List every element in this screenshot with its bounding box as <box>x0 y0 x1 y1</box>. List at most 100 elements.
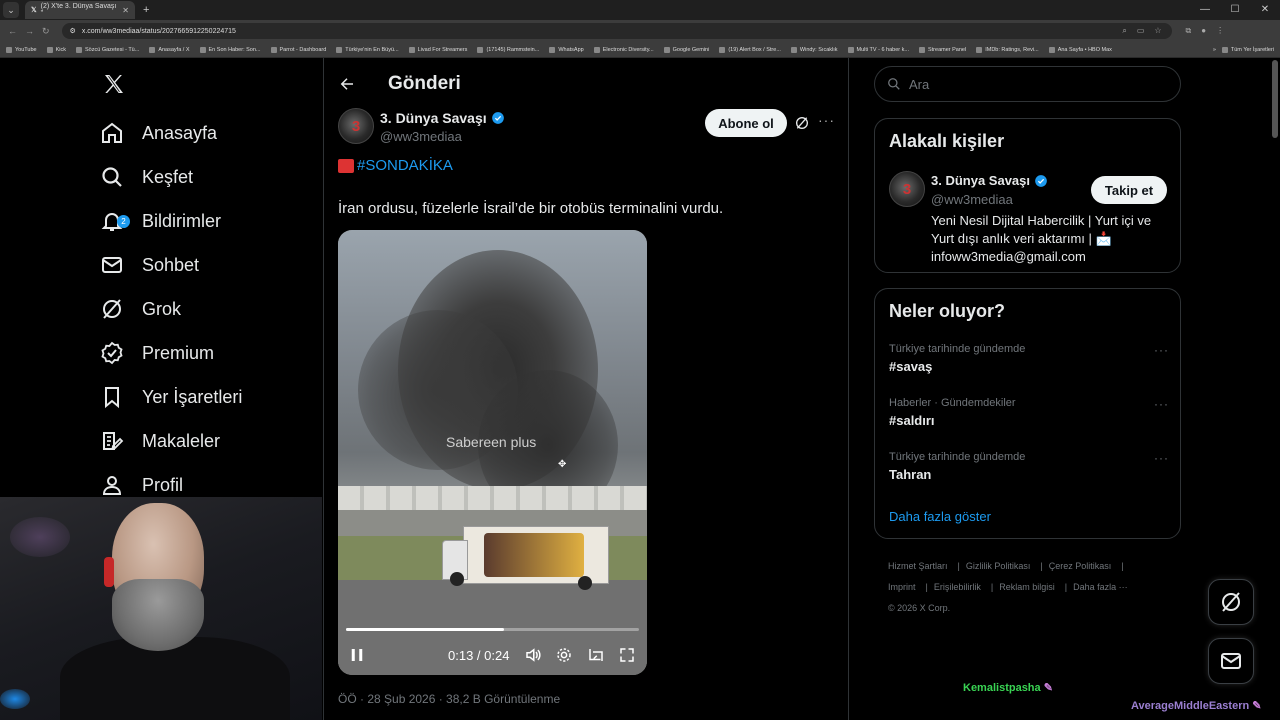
related-name-row[interactable]: 3. Dünya Savaşı <box>931 173 1048 188</box>
hashtag-link[interactable]: #SONDAKİKA <box>357 157 453 174</box>
all-bookmarks-button[interactable]: Tüm Yer İşaretleri <box>1221 47 1274 53</box>
author-name-row[interactable]: 3. Dünya Savaşı <box>380 110 505 126</box>
footer-link[interactable]: Hizmet Şartları <box>888 561 948 571</box>
star-icon[interactable]: ☆ <box>1154 26 1161 36</box>
zoom-icon[interactable]: ⌕ <box>1122 26 1126 36</box>
footer-link[interactable]: Reklam bilgisi <box>999 582 1055 592</box>
trend-item[interactable]: Türkiye tarihinde gündemde Tahran ··· <box>889 451 1169 491</box>
footer-link[interactable]: Gizlilik Politikası <box>966 561 1031 571</box>
maximize-icon[interactable]: ☐ <box>1220 0 1250 20</box>
bookmark-item[interactable]: Kick <box>46 46 66 53</box>
bookmark-label[interactable]: YouTube <box>15 47 37 53</box>
minimize-icon[interactable]: — <box>1190 0 1220 20</box>
grok-icon[interactable] <box>794 115 810 131</box>
bookmark-item[interactable]: Multi TV - 6 haber k... <box>847 46 909 53</box>
reload-icon[interactable]: ↻ <box>42 26 50 37</box>
bookmark-label[interactable]: Parrot - Dashboard <box>280 47 327 53</box>
bookmark-label[interactable]: Anasayfa / X <box>158 47 189 53</box>
volume-icon[interactable] <box>524 646 542 664</box>
pause-icon[interactable] <box>348 646 366 664</box>
menu-icon[interactable]: ⋮ <box>1216 26 1224 36</box>
trend-more-icon[interactable]: ··· <box>1154 397 1169 411</box>
bookmark-item[interactable]: (19) Alert Box / Stre... <box>719 46 781 53</box>
bookmark-label[interactable]: En Son Haber: Son... <box>209 47 261 53</box>
nav-item-article[interactable]: Makaleler <box>100 419 220 463</box>
cast-icon[interactable]: ▭ <box>1137 26 1145 36</box>
bookmark-item[interactable]: Livad For Streamers <box>408 46 468 53</box>
grok-fab[interactable] <box>1208 579 1254 625</box>
subscribe-button[interactable]: Abone ol <box>705 109 787 137</box>
nav-item-bell[interactable]: 2 Bildirimler <box>100 199 221 243</box>
related-avatar[interactable]: 3 <box>889 171 925 207</box>
trend-name[interactable]: #saldırı <box>889 413 1169 428</box>
related-handle[interactable]: @ww3mediaa <box>931 192 1013 207</box>
bookmarks-more-button[interactable]: » <box>1213 47 1216 53</box>
bookmark-item[interactable]: (17145) Rammstein... <box>477 46 539 53</box>
bookmark-label[interactable]: Electronic Diversity... <box>603 47 654 53</box>
forward-icon[interactable]: → <box>25 26 34 37</box>
bookmark-item[interactable]: Electronic Diversity... <box>593 46 654 53</box>
bookmark-item[interactable]: Streamer Panel <box>918 46 966 53</box>
bookmark-label[interactable]: Livad For Streamers <box>418 47 468 53</box>
footer-link[interactable]: Imprint <box>888 582 916 592</box>
nav-item-search[interactable]: Keşfet <box>100 155 193 199</box>
nav-item-premium[interactable]: Premium <box>100 331 214 375</box>
footer-link[interactable]: Daha fazla ··· <box>1073 582 1128 592</box>
trend-item[interactable]: Türkiye tarihinde gündemde #savaş ··· <box>889 343 1169 383</box>
close-window-icon[interactable]: ✕ <box>1250 0 1280 20</box>
author-name[interactable]: 3. Dünya Savaşı <box>380 110 487 126</box>
new-tab-button[interactable]: + <box>143 4 149 16</box>
url-text[interactable]: x.com/ww3mediaa/status/20276659122502247… <box>82 28 236 35</box>
author-handle[interactable]: @ww3mediaa <box>380 129 462 144</box>
bookmark-item[interactable]: Sözcü Gazetesi - Tü... <box>76 46 139 53</box>
fullscreen-icon[interactable] <box>618 646 636 664</box>
bookmark-label[interactable]: Multi TV - 6 haber k... <box>857 47 909 53</box>
browser-tab[interactable]: 𝕏 (2) X'te 3. Dünya Savaşı " ✕ <box>25 1 135 19</box>
extensions-icon[interactable]: ⧉ <box>1186 26 1192 36</box>
nav-item-bookmark[interactable]: Yer İşaretleri <box>100 375 242 419</box>
footer-link[interactable]: Erişilebilirlik <box>934 582 981 592</box>
close-tab-icon[interactable]: ✕ <box>122 6 129 15</box>
profile-avatar-icon[interactable]: ● <box>1201 26 1206 36</box>
search-input[interactable] <box>909 76 1149 92</box>
pip-icon[interactable] <box>587 646 605 664</box>
back-arrow-icon[interactable] <box>338 75 356 93</box>
settings-gear-icon[interactable] <box>555 646 573 664</box>
video-progress-bar[interactable] <box>346 628 639 631</box>
bookmark-label[interactable]: WhatsApp <box>558 47 583 53</box>
messages-fab[interactable] <box>1208 638 1254 684</box>
bookmark-label[interactable]: Streamer Panel <box>928 47 966 53</box>
related-name[interactable]: 3. Dünya Savaşı <box>931 173 1030 188</box>
bookmark-item[interactable]: WhatsApp <box>549 46 584 53</box>
back-icon[interactable]: ← <box>8 26 17 37</box>
bookmark-label[interactable]: Türkiye'nin En Büyü... <box>345 47 398 53</box>
bookmark-label[interactable]: Google Gemini <box>673 47 710 53</box>
bookmark-label[interactable]: Kick <box>56 47 66 53</box>
bookmark-item[interactable]: Parrot - Dashboard <box>270 46 327 53</box>
bookmark-label[interactable]: Sözcü Gazetesi - Tü... <box>85 47 139 53</box>
tab-search-button[interactable]: ⌄ <box>3 2 19 18</box>
author-avatar[interactable]: 3 <box>338 108 374 144</box>
nav-item-mail[interactable]: Sohbet <box>100 243 199 287</box>
trend-name[interactable]: #savaş <box>889 359 1169 374</box>
bookmark-item[interactable]: Ana Sayfa • HBO Max <box>1048 46 1112 53</box>
follow-button[interactable]: Takip et <box>1091 176 1167 204</box>
bookmark-item[interactable]: Anasayfa / X <box>149 46 190 53</box>
trend-item[interactable]: Haberler · Gündemdekiler #saldırı ··· <box>889 397 1169 437</box>
more-options-icon[interactable]: ··· <box>818 112 835 128</box>
bookmark-item[interactable]: IMDb: Ratings, Revi... <box>976 46 1039 53</box>
all-bookmarks-label[interactable]: Tüm Yer İşaretleri <box>1231 47 1274 53</box>
bookmark-item[interactable]: En Son Haber: Son... <box>199 46 261 53</box>
show-more-link[interactable]: Daha fazla göster <box>889 509 991 524</box>
page-scrollbar[interactable] <box>1272 60 1278 138</box>
omnibox[interactable]: ⚙ x.com/ww3mediaa/status/202766591225022… <box>61 23 1172 39</box>
bookmark-item[interactable]: Windy: Sıcaklık <box>790 46 838 53</box>
trend-name[interactable]: Tahran <box>889 467 1169 482</box>
x-logo-icon[interactable] <box>102 72 126 96</box>
nav-item-home[interactable]: Anasayfa <box>100 111 217 155</box>
bookmark-item[interactable]: Türkiye'nin En Büyü... <box>336 46 399 53</box>
trend-more-icon[interactable]: ··· <box>1154 343 1169 357</box>
bookmark-item[interactable]: Google Gemini <box>663 46 710 53</box>
bookmark-label[interactable]: (17145) Rammstein... <box>486 47 539 53</box>
site-info-icon[interactable]: ⚙ <box>70 27 76 35</box>
